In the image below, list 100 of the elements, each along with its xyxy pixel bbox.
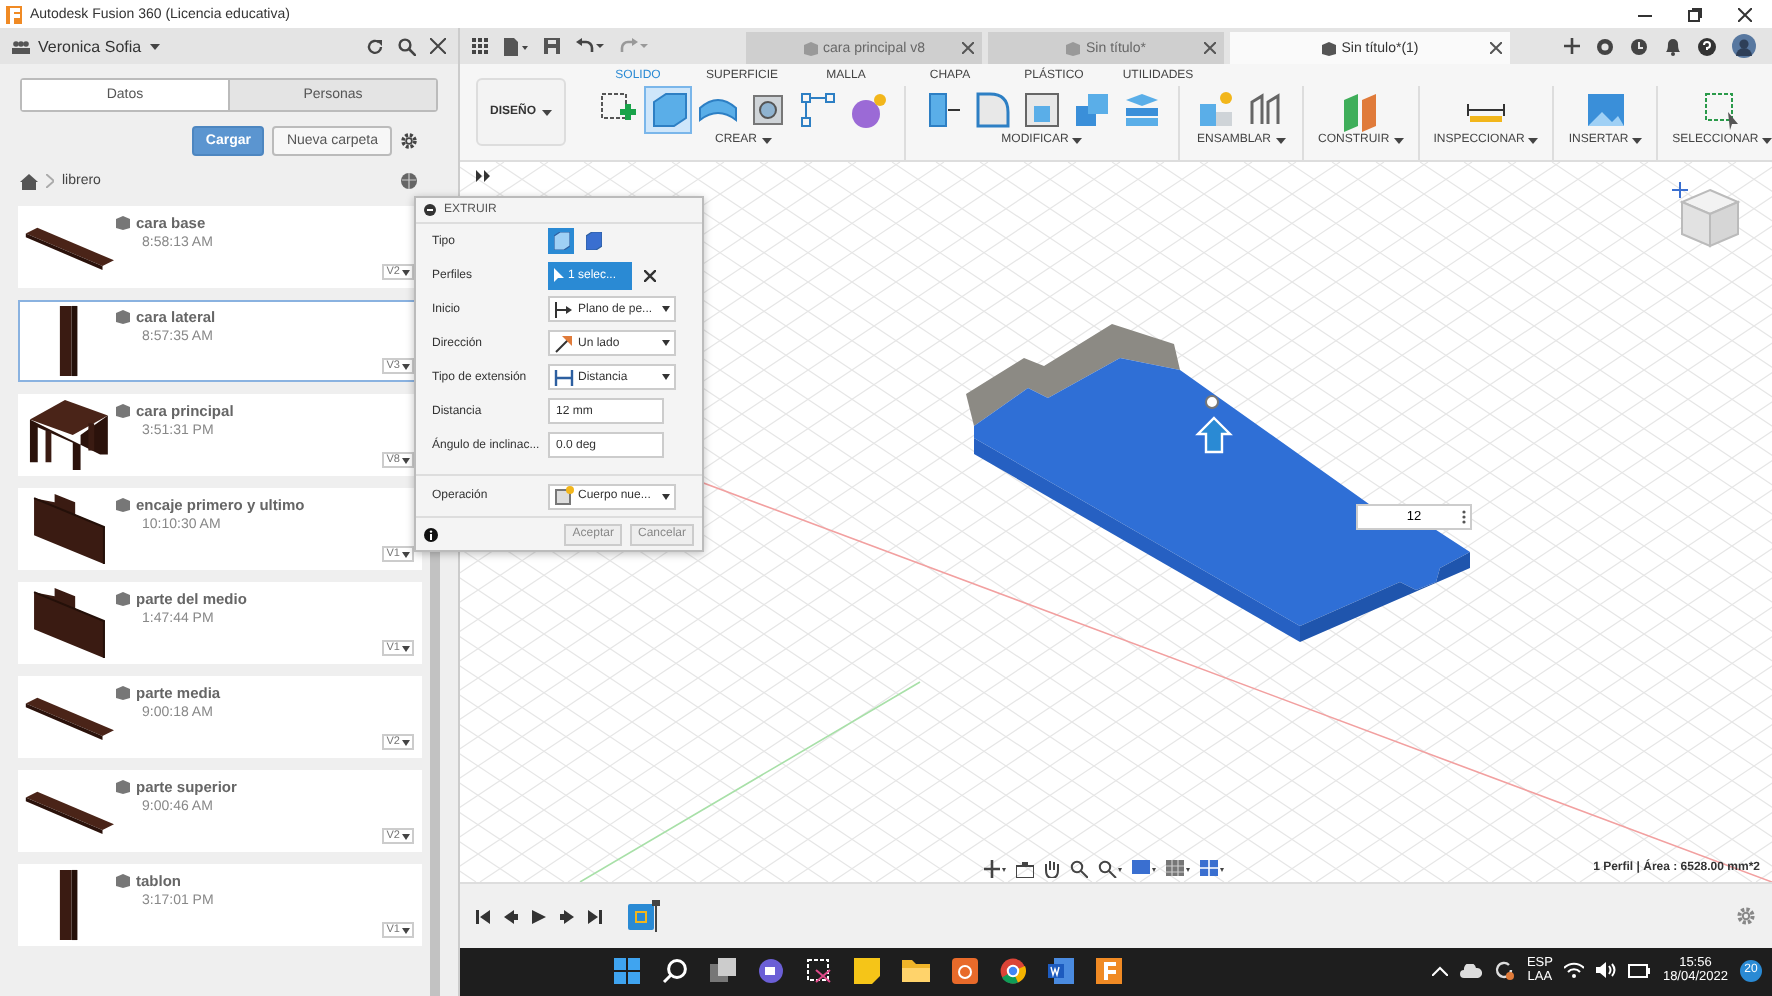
viewports-icon[interactable] <box>1200 860 1224 878</box>
task-view-icon[interactable] <box>710 957 736 983</box>
settings-icon[interactable] <box>400 132 418 150</box>
cube-icon <box>116 780 130 794</box>
status-icon[interactable] <box>1596 37 1614 55</box>
hand-icon[interactable] <box>1044 860 1060 878</box>
file-icon[interactable] <box>504 37 528 55</box>
cube-icon <box>116 592 130 606</box>
grid-icon[interactable] <box>1166 860 1190 878</box>
cube-icon <box>116 310 130 324</box>
model-thumbnail <box>55 304 81 378</box>
search-icon[interactable] <box>398 37 416 55</box>
undo-icon[interactable] <box>576 38 604 54</box>
globe-icon[interactable] <box>400 172 418 190</box>
cube-icon <box>116 216 130 230</box>
caret-icon <box>1632 137 1643 143</box>
pattern-tool-icon[interactable] <box>796 88 841 132</box>
chevron-icon <box>46 174 54 188</box>
caret-icon <box>402 457 410 463</box>
restore-icon[interactable] <box>1688 7 1702 21</box>
wifi-icon[interactable] <box>1564 962 1585 978</box>
caret-icon <box>662 374 670 380</box>
refresh-icon[interactable] <box>366 37 384 55</box>
caret-icon <box>402 269 410 275</box>
app-logo-icon <box>6 5 22 23</box>
extrude-type-option[interactable] <box>548 228 574 254</box>
camera-app-icon[interactable] <box>952 957 978 983</box>
extrude-arrow-handle[interactable] <box>1195 395 1233 454</box>
info-icon[interactable] <box>424 527 438 541</box>
display-icon[interactable] <box>1132 860 1156 878</box>
start-icon[interactable] <box>614 957 640 983</box>
cube-icon <box>116 404 130 418</box>
close-icon[interactable] <box>430 37 446 53</box>
cube-icon <box>116 686 130 700</box>
bell-icon[interactable] <box>1664 37 1682 55</box>
caret-icon <box>761 137 772 143</box>
user-name[interactable]: Veronica Sofia <box>38 37 142 55</box>
collapse-icon[interactable] <box>424 204 436 216</box>
expand-icon[interactable] <box>476 170 490 182</box>
orbit-icon[interactable] <box>984 860 1006 878</box>
battery-icon[interactable] <box>1628 963 1651 977</box>
form-tool-icon[interactable] <box>846 88 891 132</box>
chat-icon[interactable] <box>758 957 784 983</box>
chevron-up-icon[interactable] <box>1432 965 1449 975</box>
step-back-icon[interactable] <box>504 909 518 923</box>
option-icon <box>554 299 574 319</box>
caret-icon <box>1072 137 1083 143</box>
save-icon[interactable] <box>544 38 560 54</box>
extrude-type-option[interactable] <box>580 228 606 254</box>
sync-icon[interactable] <box>1494 960 1515 980</box>
caret-icon <box>1275 137 1286 143</box>
clear-selection-icon[interactable] <box>644 269 656 281</box>
caret-icon <box>1762 137 1772 143</box>
image-tool-icon[interactable] <box>1583 88 1628 132</box>
caret-icon <box>402 833 410 839</box>
model-thumbnail <box>31 586 105 660</box>
volume-icon[interactable] <box>1596 962 1617 978</box>
cube-icon <box>116 874 130 888</box>
model-thumbnail <box>31 492 105 566</box>
caret-icon <box>402 551 410 557</box>
caret-icon <box>402 739 410 745</box>
user-caret-icon <box>149 43 160 49</box>
home-icon[interactable] <box>20 173 38 189</box>
caret-icon <box>402 927 410 933</box>
extrude-feature-icon[interactable] <box>628 900 660 932</box>
close-icon[interactable] <box>1738 7 1752 21</box>
cube-icon <box>1066 41 1081 55</box>
zoom-icon[interactable] <box>1070 860 1088 878</box>
extruded-body-drawing[interactable] <box>966 324 1470 642</box>
shell-tool-icon[interactable] <box>1020 88 1065 132</box>
browser-icon[interactable] <box>1000 957 1026 983</box>
caret-icon <box>542 109 553 115</box>
cube-icon <box>1321 41 1336 55</box>
people-icon <box>12 39 30 53</box>
folder-icon[interactable] <box>902 958 930 982</box>
snipping-tool-icon[interactable] <box>806 957 832 983</box>
option-icon <box>554 367 574 387</box>
app-logo-icon[interactable] <box>1096 957 1122 983</box>
clock-icon[interactable] <box>1630 37 1648 55</box>
play-icon[interactable] <box>532 909 546 923</box>
model-thumbnail <box>27 398 109 472</box>
camera-icon[interactable] <box>1016 861 1034 877</box>
caret-icon <box>662 493 670 499</box>
skip-start-icon[interactable] <box>476 909 490 923</box>
search-icon[interactable] <box>662 957 688 983</box>
extrude-tool-icon[interactable] <box>646 88 691 132</box>
close-icon[interactable] <box>1490 42 1502 54</box>
option-icon <box>554 333 574 353</box>
apps-grid-icon[interactable] <box>472 38 488 54</box>
skip-end-icon[interactable] <box>588 909 602 923</box>
help-icon[interactable] <box>1698 37 1716 55</box>
cube-icon <box>803 41 818 55</box>
sticky-notes-icon[interactable] <box>854 957 880 983</box>
caret-icon <box>1528 137 1539 143</box>
cloud-icon[interactable] <box>1460 963 1483 977</box>
avatar-icon[interactable] <box>1732 34 1756 58</box>
zoom-window-icon[interactable] <box>1098 860 1122 878</box>
step-forward-icon[interactable] <box>560 909 574 923</box>
word-icon[interactable] <box>1048 957 1074 983</box>
plus-icon[interactable] <box>1564 38 1580 54</box>
